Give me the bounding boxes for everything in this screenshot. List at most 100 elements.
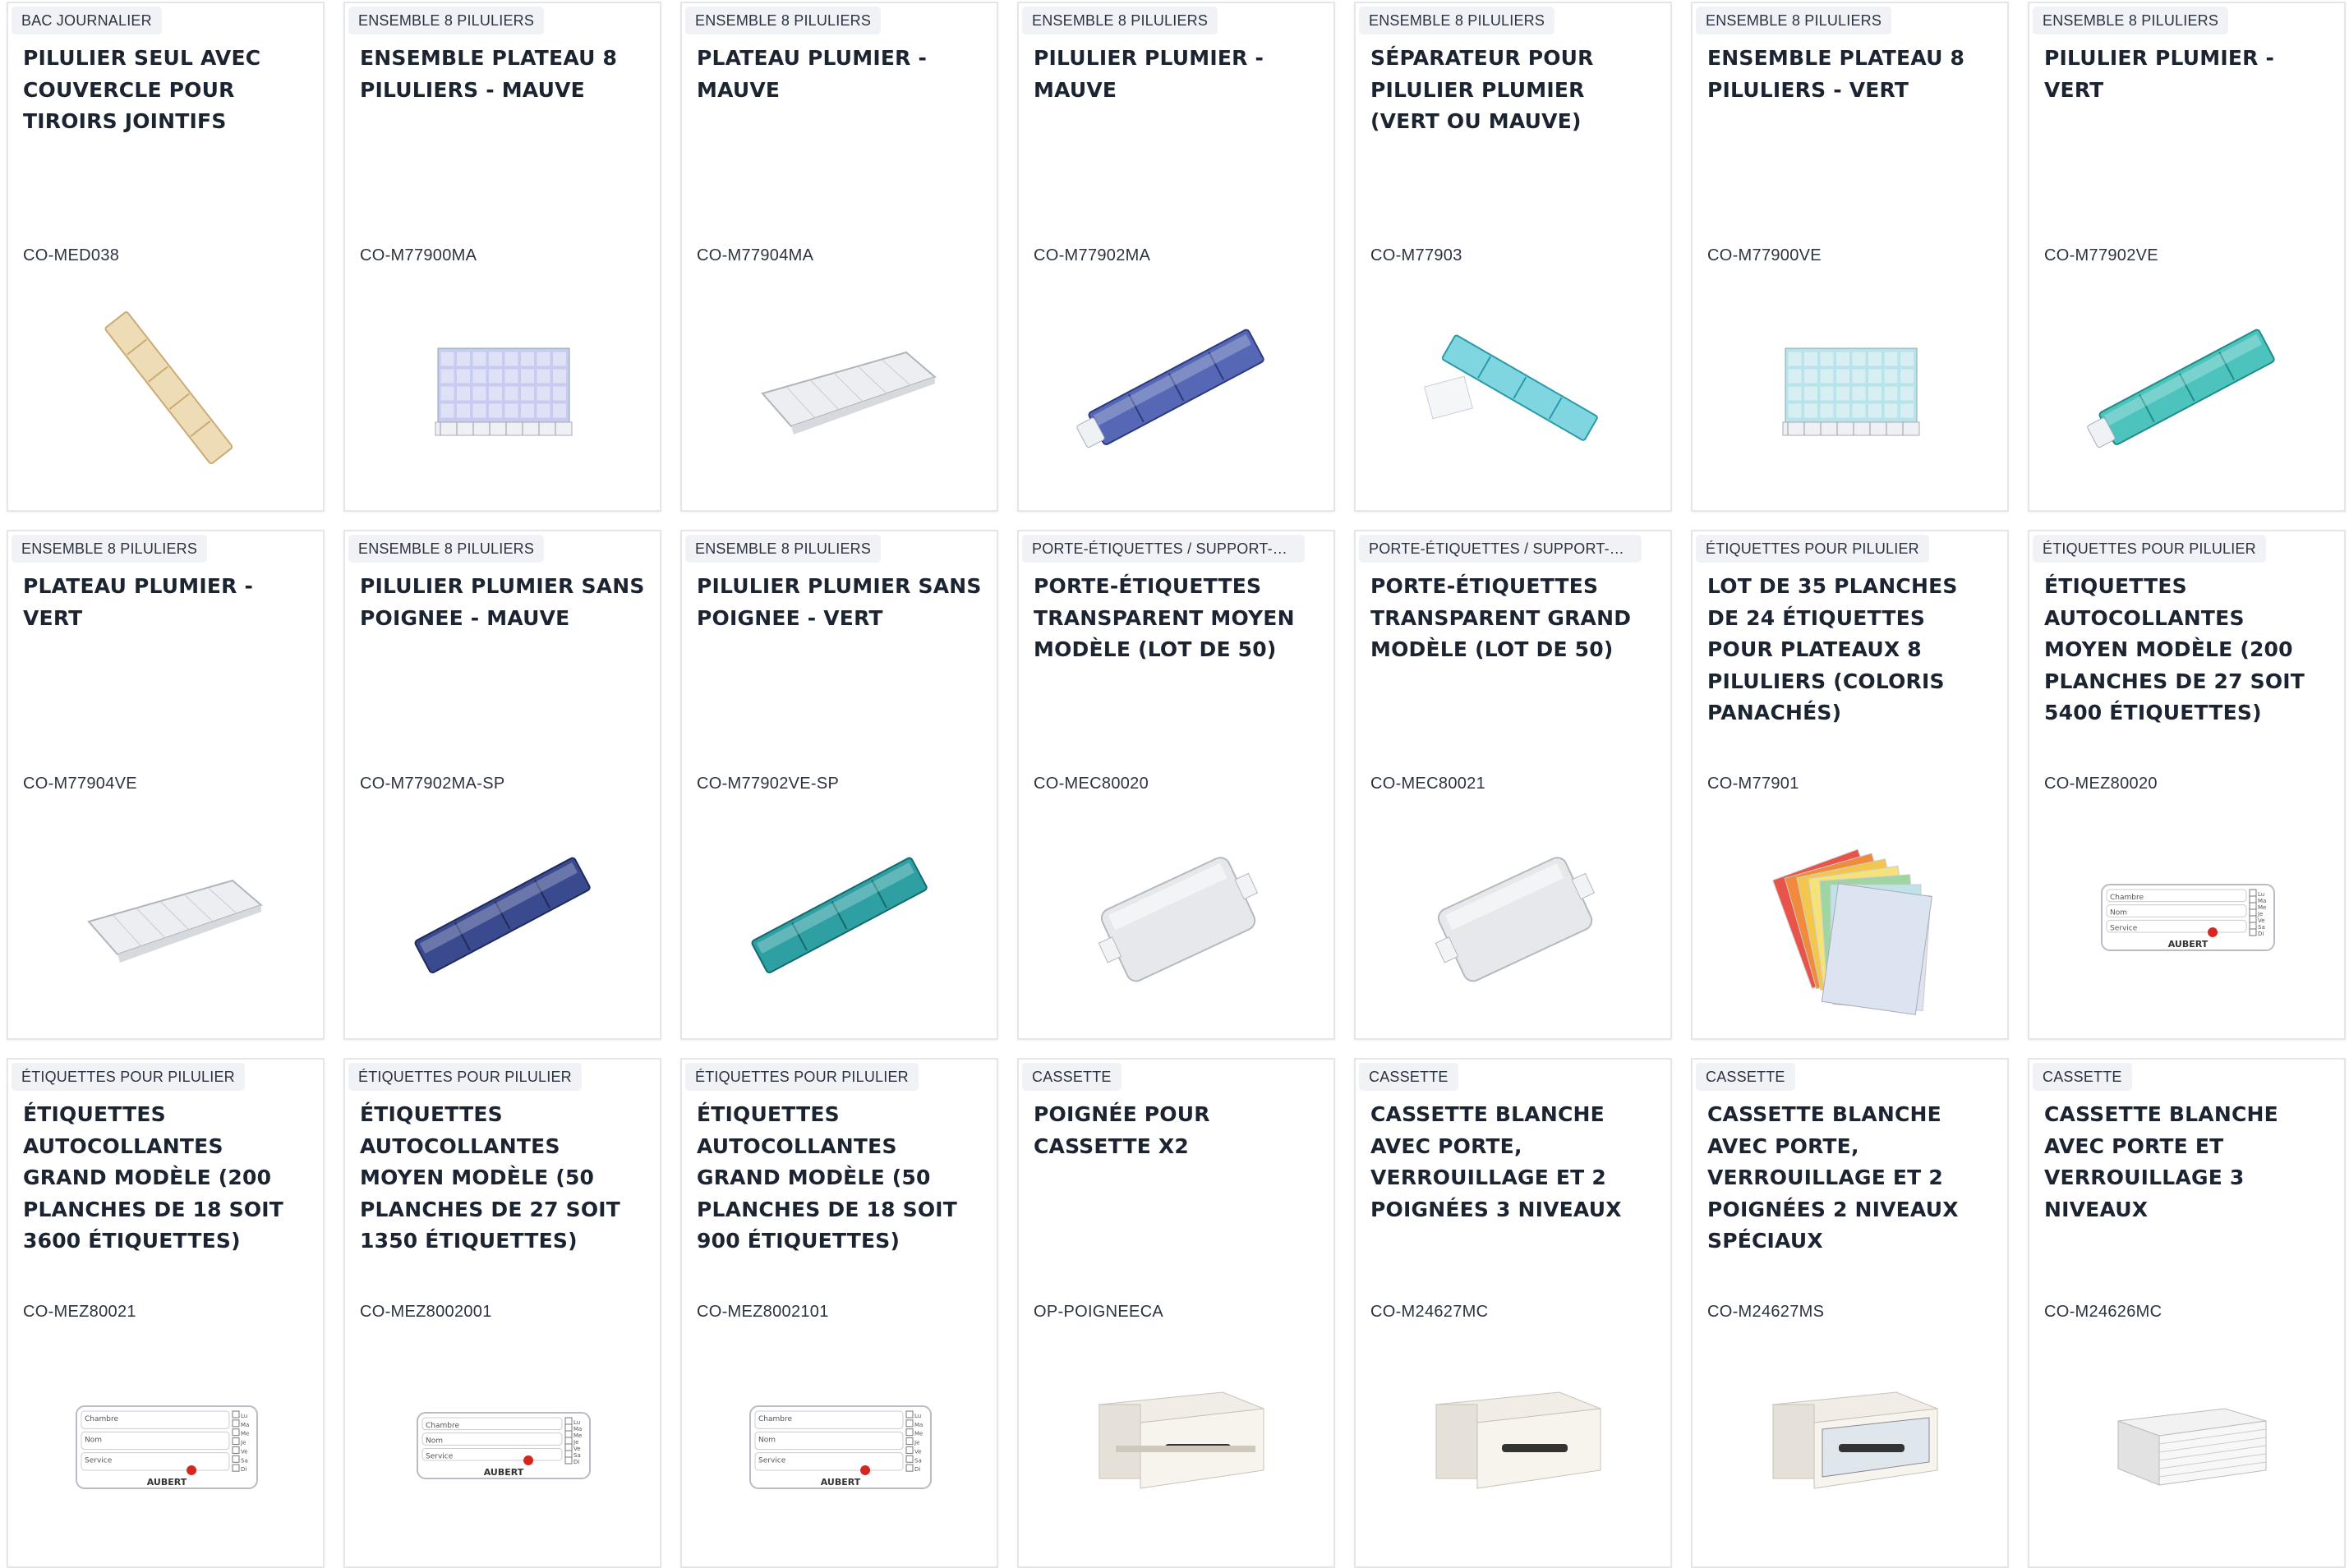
product-card[interactable]: ÉTIQUETTES POUR PILULIER ÉTIQUETTES AUTO… <box>680 1058 998 1568</box>
product-image[interactable]: Chambre Nom Service Lu Ma Me Je Ve Sa Di AUBERT <box>2077 811 2299 1024</box>
product-image[interactable] <box>1740 283 1962 496</box>
product-title[interactable]: PILULIER PLUMIER - VERT <box>2044 43 2332 106</box>
product-reference: CO-M77904VE <box>23 775 137 793</box>
product-card[interactable]: ENSEMBLE 8 PILULIERS PILULIER PLUMIER SA… <box>680 530 998 1040</box>
product-title[interactable]: ÉTIQUETTES AUTOCOLLANTES MOYEN MODÈLE (2… <box>2044 571 2332 729</box>
clear-tray-icon <box>761 351 937 435</box>
product-title[interactable]: LOT DE 35 PLANCHES DE 24 ÉTIQUETTES POUR… <box>1707 571 1995 729</box>
product-image[interactable] <box>1403 1339 1625 1552</box>
mauve-pill-box-icon <box>1076 329 1264 448</box>
svg-text:AUBERT: AUBERT <box>821 1477 861 1488</box>
product-title[interactable]: PLATEAU PLUMIER - VERT <box>23 571 311 634</box>
svg-text:Di: Di <box>2258 931 2264 937</box>
product-title[interactable]: SÉPARATEUR POUR PILULIER PLUMIER (VERT O… <box>1370 43 1658 138</box>
product-card[interactable]: ENSEMBLE 8 PILULIERS PILULIER PLUMIER SA… <box>343 530 661 1040</box>
svg-text:Ma: Ma <box>573 1426 582 1432</box>
svg-text:Service: Service <box>426 1452 454 1460</box>
svg-text:Me: Me <box>573 1432 582 1439</box>
product-title[interactable]: PILULIER PLUMIER SANS POIGNEE - MAUVE <box>360 571 647 634</box>
category-badge: ENSEMBLE 8 PILULIERS <box>1022 7 1218 34</box>
svg-text:Nom: Nom <box>2110 909 2127 917</box>
product-image[interactable] <box>1066 283 1288 496</box>
svg-text:Chambre: Chambre <box>758 1415 792 1423</box>
product-card[interactable]: ÉTIQUETTES POUR PILULIER ÉTIQUETTES AUTO… <box>2028 530 2346 1040</box>
product-card[interactable]: CASSETTE CASSETTE BLANCHE AVEC PORTE, VE… <box>1691 1058 2009 1568</box>
category-badge: ÉTIQUETTES POUR PILULIER <box>12 1063 245 1091</box>
product-title[interactable]: ÉTIQUETTES AUTOCOLLANTES MOYEN MODÈLE (5… <box>360 1099 647 1258</box>
product-card[interactable]: ÉTIQUETTES POUR PILULIER ÉTIQUETTES AUTO… <box>7 1058 325 1568</box>
category-badge: PORTE-ÉTIQUETTES / SUPPORT-E ... <box>1359 535 1642 563</box>
product-reference: CO-M24627MS <box>1707 1303 1825 1321</box>
beige-pill-box-icon <box>104 311 233 465</box>
category-badge: CASSETTE <box>1022 1063 1122 1091</box>
svg-text:Service: Service <box>85 1457 113 1465</box>
svg-text:Nom: Nom <box>85 1436 102 1444</box>
product-card[interactable]: ENSEMBLE 8 PILULIERS PLATEAU PLUMIER - M… <box>680 2 998 512</box>
product-card[interactable]: PORTE-ÉTIQUETTES / SUPPORT-E ... PORTE-É… <box>1354 530 1672 1040</box>
green-box-no-handle-icon <box>751 857 928 974</box>
product-card[interactable]: PORTE-ÉTIQUETTES / SUPPORT-E ... PORTE-É… <box>1017 530 1335 1040</box>
product-card[interactable]: CASSETTE CASSETTE BLANCHE AVEC PORTE ET … <box>2028 1058 2346 1568</box>
product-image[interactable] <box>730 283 951 496</box>
product-image[interactable] <box>1403 283 1625 496</box>
sticker-label-small-icon: Chambre Nom Service LuMaMeJeVeSaDi AUBERT <box>417 1412 591 1479</box>
product-title[interactable]: PILULIER PLUMIER - MAUVE <box>1034 43 1321 106</box>
product-image[interactable] <box>56 811 278 1024</box>
svg-text:Ve: Ve <box>573 1446 581 1452</box>
product-card[interactable]: CASSETTE CASSETTE BLANCHE AVEC PORTE, VE… <box>1354 1058 1672 1568</box>
product-image[interactable] <box>1740 1339 1962 1552</box>
product-title[interactable]: ENSEMBLE PLATEAU 8 PILULIERS - MAUVE <box>360 43 647 106</box>
product-reference: CO-M77903 <box>1370 246 1462 264</box>
cassette-icon <box>1435 1391 1601 1489</box>
svg-text:Di: Di <box>914 1466 920 1473</box>
svg-text:Je: Je <box>2257 911 2263 917</box>
product-title[interactable]: ÉTIQUETTES AUTOCOLLANTES GRAND MODÈLE (5… <box>697 1099 984 1258</box>
product-reference: CO-M77901 <box>1707 775 1799 793</box>
product-title[interactable]: POIGNÉE POUR CASSETTE X2 <box>1034 1099 1321 1162</box>
product-title[interactable]: CASSETTE BLANCHE AVEC PORTE, VERROUILLAG… <box>1370 1099 1658 1225</box>
product-card[interactable]: ENSEMBLE 8 PILULIERS ENSEMBLE PLATEAU 8 … <box>1691 2 2009 512</box>
product-card[interactable]: ÉTIQUETTES POUR PILULIER LOT DE 35 PLANC… <box>1691 530 2009 1040</box>
product-title[interactable]: PILULIER PLUMIER SANS POIGNEE - VERT <box>697 571 984 634</box>
product-image[interactable] <box>1066 811 1288 1024</box>
product-image[interactable]: Chambre Nom Service Lu Ma Me Je Ve Sa Di AUBERT <box>730 1339 951 1552</box>
sticker-label-large-icon: Chambre Nom Service Lu Ma Me Je Ve Sa Di AUBERT <box>749 1405 932 1489</box>
svg-text:Je: Je <box>914 1440 919 1446</box>
product-card[interactable]: ENSEMBLE 8 PILULIERS PLATEAU PLUMIER - V… <box>7 530 325 1040</box>
product-image[interactable] <box>393 811 615 1024</box>
product-title[interactable]: PORTE-ÉTIQUETTES TRANSPARENT MOYEN MODÈL… <box>1034 571 1321 666</box>
category-badge: CASSETTE <box>2033 1063 2132 1091</box>
product-image[interactable] <box>1740 811 1962 1024</box>
green-pill-box-icon <box>2087 329 2275 448</box>
category-badge: PORTE-ÉTIQUETTES / SUPPORT-E ... <box>1022 535 1305 563</box>
category-badge: ENSEMBLE 8 PILULIERS <box>685 535 882 563</box>
product-card[interactable]: CASSETTE POIGNÉE POUR CASSETTE X2 OP-POI… <box>1017 1058 1335 1568</box>
product-image[interactable] <box>56 283 278 496</box>
product-card[interactable]: BAC JOURNALIER PILULIER SEUL AVEC COUVER… <box>7 2 325 512</box>
product-reference: CO-M24627MC <box>1370 1303 1489 1321</box>
product-image[interactable] <box>1403 811 1625 1024</box>
product-title[interactable]: PLATEAU PLUMIER - MAUVE <box>697 43 984 106</box>
product-image[interactable] <box>2077 1339 2299 1552</box>
product-card[interactable]: ENSEMBLE 8 PILULIERS PILULIER PLUMIER - … <box>2028 2 2346 512</box>
product-card[interactable]: ENSEMBLE 8 PILULIERS ENSEMBLE PLATEAU 8 … <box>343 2 661 512</box>
product-title[interactable]: PILULIER SEUL AVEC COUVERCLE POUR TIROIR… <box>23 43 311 138</box>
product-title[interactable]: ÉTIQUETTES AUTOCOLLANTES GRAND MODÈLE (2… <box>23 1099 311 1258</box>
product-image[interactable] <box>2077 283 2299 496</box>
svg-text:Sa: Sa <box>241 1457 248 1464</box>
product-title[interactable]: CASSETTE BLANCHE AVEC PORTE ET VERROUILL… <box>2044 1099 2332 1225</box>
product-card[interactable]: ENSEMBLE 8 PILULIERS PILULIER PLUMIER - … <box>1017 2 1335 512</box>
product-title[interactable]: CASSETTE BLANCHE AVEC PORTE, VERROUILLAG… <box>1707 1099 1995 1258</box>
product-image[interactable]: Chambre Nom Service Lu Ma Me Je Ve Sa Di AUBERT <box>393 1339 615 1552</box>
product-image[interactable] <box>1066 1339 1288 1552</box>
product-image[interactable]: Chambre Nom Service Lu Ma Me Je Ve Sa Di AUBERT <box>56 1339 278 1552</box>
product-image[interactable] <box>730 811 951 1024</box>
product-reference: CO-M24626MC <box>2044 1303 2162 1321</box>
product-title[interactable]: ENSEMBLE PLATEAU 8 PILULIERS - VERT <box>1707 43 1995 106</box>
product-image[interactable] <box>393 283 615 496</box>
mauve-tray-set-icon <box>435 347 573 436</box>
product-card[interactable]: ÉTIQUETTES POUR PILULIER ÉTIQUETTES AUTO… <box>343 1058 661 1568</box>
product-card[interactable]: ENSEMBLE 8 PILULIERS SÉPARATEUR POUR PIL… <box>1354 2 1672 512</box>
label-holder-icon <box>1435 857 1596 982</box>
product-title[interactable]: PORTE-ÉTIQUETTES TRANSPARENT GRAND MODÈL… <box>1370 571 1658 666</box>
